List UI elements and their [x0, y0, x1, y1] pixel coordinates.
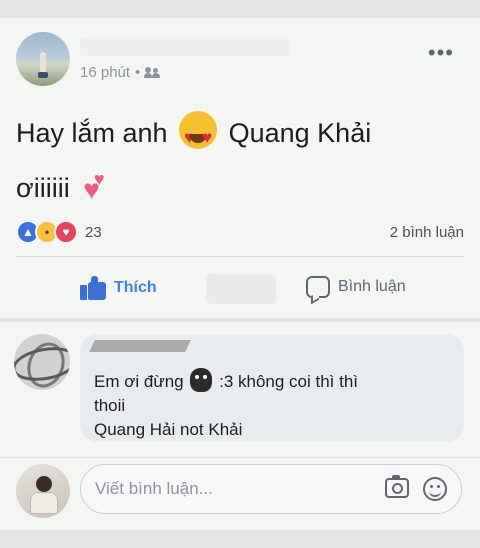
- comment-input[interactable]: [95, 479, 355, 499]
- post-card: 16 phút • ••• Hay lắm anh Quang Khải ơii…: [0, 18, 480, 318]
- redacted-sticker: [190, 368, 213, 392]
- watermark: [206, 274, 276, 304]
- top-gap: [0, 0, 480, 18]
- post-text-part3: ơiiiiii: [16, 173, 70, 203]
- poster-name-redacted[interactable]: [80, 38, 290, 56]
- friends-icon[interactable]: [144, 66, 161, 79]
- thumbs-up-icon: [80, 276, 106, 300]
- comment-text: Em ơi đừng :3 không coi thì thì thoii Qu…: [94, 368, 358, 442]
- composer-divider: [0, 457, 480, 458]
- reaction-count[interactable]: 23: [85, 224, 102, 241]
- commenter-avatar[interactable]: [14, 334, 70, 390]
- comments-section: Em ơi đừng :3 không coi thì thì thoii Qu…: [0, 318, 480, 534]
- comment-line1-before: Em ơi đừng: [94, 372, 184, 391]
- comment-line3: Quang Hải not Khải: [94, 420, 243, 439]
- comment-line2: thoii: [94, 396, 126, 415]
- post-meta: 16 phút •: [80, 64, 161, 81]
- comment-button[interactable]: Bình luận: [306, 276, 406, 298]
- two-hearts-emoji: ♥♥: [83, 169, 105, 205]
- like-button[interactable]: Thích: [80, 276, 157, 300]
- poster-avatar[interactable]: [16, 32, 70, 86]
- heart-eyes-emoji: [179, 111, 218, 161]
- comment-count[interactable]: 2 bình luận: [390, 224, 464, 241]
- post-text-part1: Hay lắm anh: [16, 118, 168, 148]
- comment-line1-after: :3 không coi thì thì: [219, 372, 359, 391]
- smile-icon[interactable]: [423, 477, 447, 501]
- post-text: Hay lắm anh Quang Khải ơiiiiii ♥♥: [16, 110, 456, 213]
- comment-label: Bình luận: [338, 278, 406, 295]
- love-reaction-icon: ♥: [54, 220, 78, 244]
- current-user-avatar[interactable]: [16, 464, 70, 518]
- comment-bubble-icon: [306, 276, 330, 298]
- commenter-name-redacted[interactable]: [89, 340, 191, 352]
- action-divider: [16, 256, 464, 257]
- camera-icon[interactable]: [385, 475, 409, 498]
- like-label: Thích: [114, 279, 157, 296]
- more-horizontal-icon[interactable]: •••: [428, 40, 454, 66]
- bottom-gap: [0, 530, 480, 548]
- comment-composer[interactable]: [80, 464, 462, 514]
- reactions-summary[interactable]: ▲ • ♥ 23: [16, 220, 102, 244]
- post-text-part2: Quang Khải: [228, 118, 372, 148]
- meta-separator: •: [135, 64, 141, 81]
- post-timestamp[interactable]: 16 phút: [80, 64, 130, 81]
